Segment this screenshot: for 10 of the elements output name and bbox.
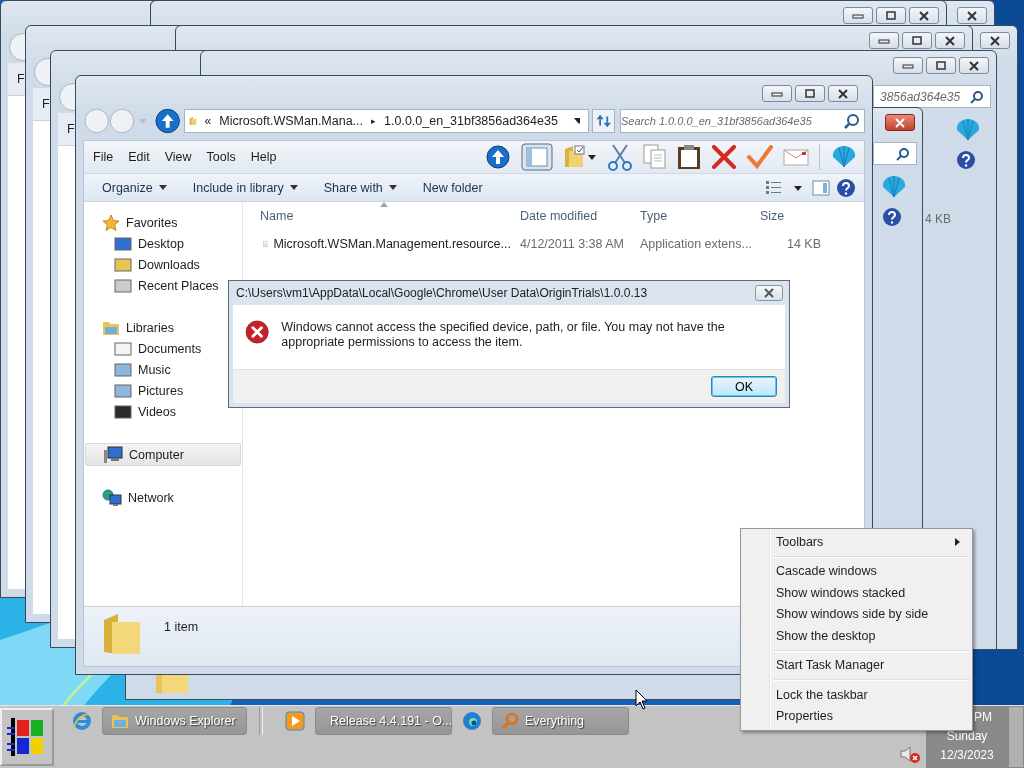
table-cell-text: Application extens... <box>639 237 751 251</box>
clock-day: Sunday <box>946 730 988 743</box>
clock-date: 12/3/2023 <box>940 749 994 762</box>
clock-time: PM <box>974 711 993 724</box>
table-cell-text: 14 KB <box>785 237 822 251</box>
dialog-title: C:\Users\vm1\AppData\Local\Google\Chrome\User Data\OriginTrials\1.0.0.13 <box>236 286 648 300</box>
error-message: Windows cannot access the specified device, path, or file. You may not have the appropriate permissions to access the item. <box>281 320 726 350</box>
table-cell-text: 4/12/2011 3:38 AM <box>519 237 626 251</box>
file-size: 4 KB <box>925 212 951 226</box>
item-count: 1 item <box>164 620 199 634</box>
